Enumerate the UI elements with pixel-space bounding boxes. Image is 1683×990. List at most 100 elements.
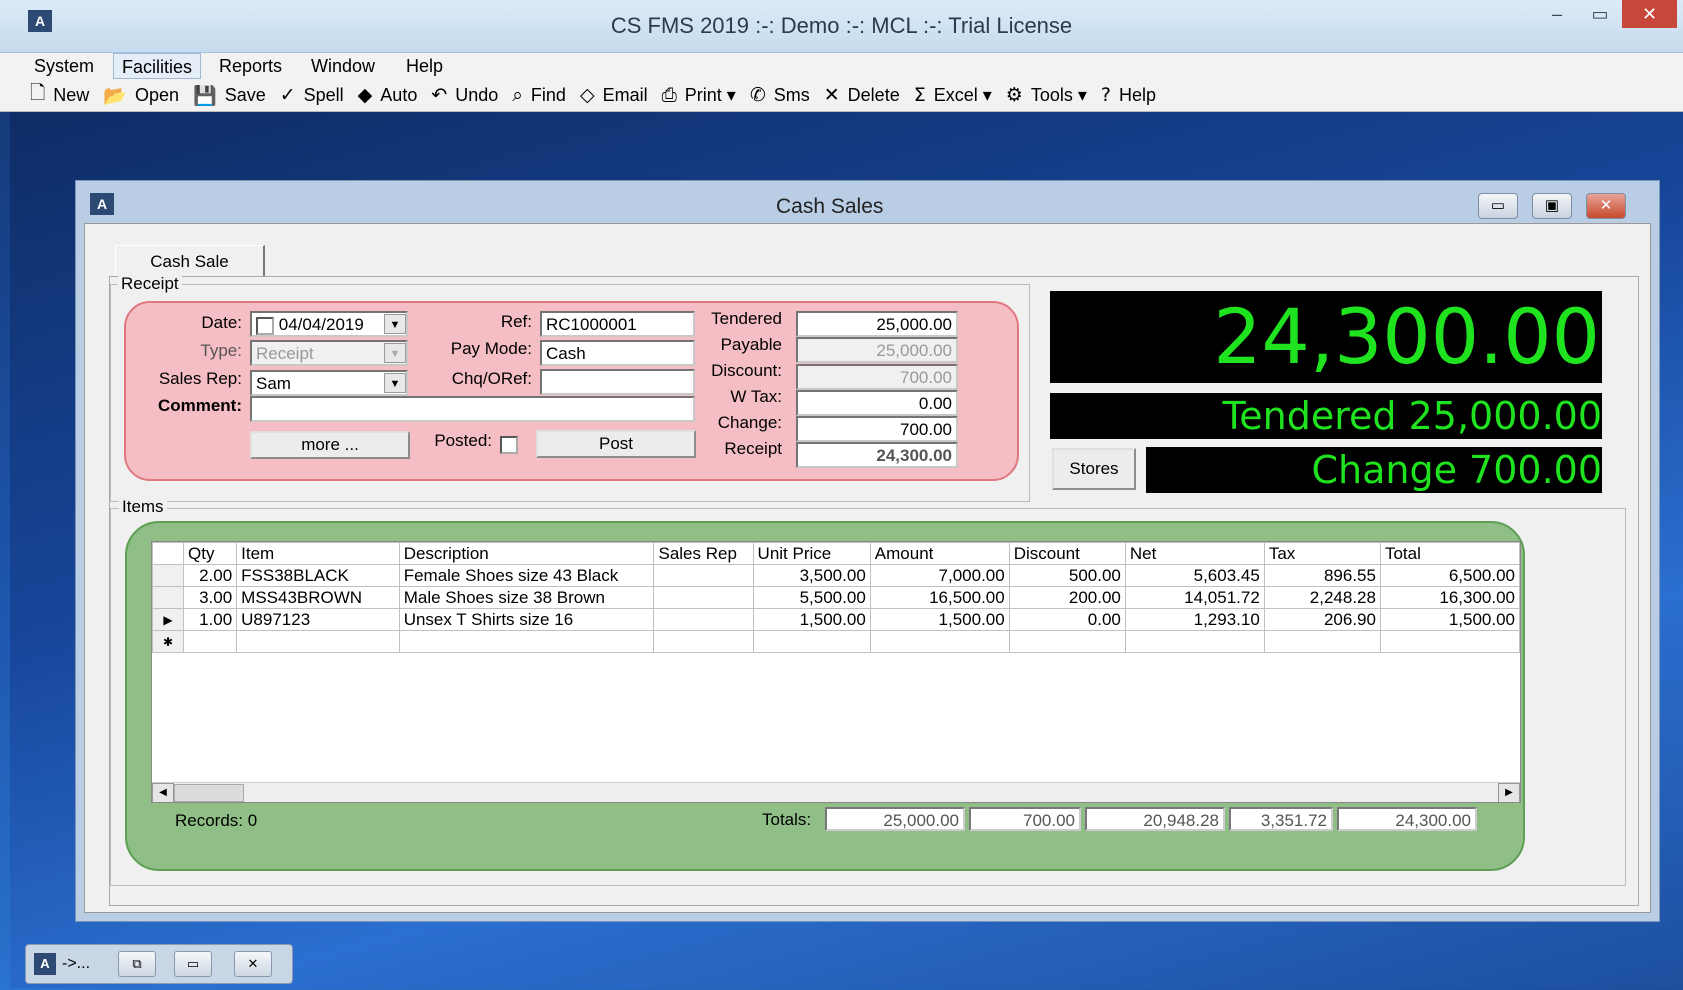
- cell-sales-rep[interactable]: [653, 608, 754, 631]
- cell-qty[interactable]: 2.00: [182, 564, 238, 587]
- date-dropdown-icon[interactable]: ▼: [384, 314, 406, 334]
- cell-total[interactable]: 1,500.00: [1379, 608, 1520, 631]
- cell-item[interactable]: U897123: [236, 608, 400, 631]
- cell-description[interactable]: Unsex T Shirts size 16: [398, 608, 655, 631]
- receipt-group-label: Receipt: [118, 274, 182, 294]
- toolbar-email-button[interactable]: ◇ Email: [580, 84, 648, 106]
- date-checkbox[interactable]: [256, 316, 274, 335]
- menu-reports[interactable]: Reports: [211, 53, 290, 79]
- new-row[interactable]: ✱: [152, 630, 1520, 653]
- post-button[interactable]: Post: [536, 430, 696, 458]
- cell-unit-price[interactable]: 1,500.00: [752, 608, 871, 631]
- table-row[interactable]: 3.00 MSS43BROWN Male Shoes size 38 Brown…: [152, 586, 1520, 609]
- col-qty[interactable]: Qty: [182, 542, 238, 565]
- restore-icon[interactable]: ⧉: [118, 951, 156, 977]
- cell-discount[interactable]: 200.00: [1008, 586, 1126, 609]
- menu-facilities[interactable]: Facilities: [113, 53, 202, 79]
- tab-cash-sale[interactable]: Cash Sale: [115, 245, 265, 277]
- cash-sales-window: A Cash Sales ▭ ▣ ✕ Cash Sale Receipt Dat…: [75, 180, 1660, 922]
- close-button[interactable]: ✕: [1622, 0, 1677, 28]
- horizontal-scrollbar[interactable]: ◀ ▶: [152, 782, 1520, 802]
- cell-item[interactable]: FSS38BLACK: [236, 564, 400, 587]
- toolbar-delete-button[interactable]: ✕ Delete: [824, 84, 900, 106]
- col-sales-rep[interactable]: Sales Rep: [653, 542, 754, 565]
- col-discount[interactable]: Discount: [1008, 542, 1126, 565]
- cell-qty[interactable]: 3.00: [182, 586, 238, 609]
- minimize-button[interactable]: –: [1537, 0, 1577, 28]
- cell-amount[interactable]: 1,500.00: [869, 608, 1010, 631]
- row-selector[interactable]: [152, 586, 184, 609]
- comment-input[interactable]: [250, 396, 695, 422]
- cell-description[interactable]: Female Shoes size 43 Black: [398, 564, 655, 587]
- col-net[interactable]: Net: [1124, 542, 1265, 565]
- child-restore-button[interactable]: ▣: [1532, 193, 1572, 219]
- cell-item[interactable]: MSS43BROWN: [236, 586, 400, 609]
- menu-window[interactable]: Window: [303, 53, 383, 79]
- toolbar-open-button[interactable]: 📂 Open: [103, 84, 179, 107]
- posted-checkbox[interactable]: [500, 436, 518, 454]
- toolbar-sms-button[interactable]: ✆ Sms: [750, 84, 810, 106]
- cell-sales-rep[interactable]: [653, 586, 754, 609]
- toolbar-auto-button[interactable]: ◆ Auto: [358, 84, 418, 106]
- close-icon[interactable]: ✕: [234, 951, 272, 977]
- toolbar-excel-button[interactable]: Σ Excel ▾: [914, 84, 992, 106]
- toolbar-tools-button[interactable]: ⚙ Tools ▾: [1006, 84, 1087, 106]
- col-total[interactable]: Total: [1379, 542, 1520, 565]
- cell-total[interactable]: 6,500.00: [1379, 564, 1520, 587]
- cell-discount[interactable]: 0.00: [1008, 608, 1126, 631]
- toolbar-find-button[interactable]: ⌕ Find: [512, 84, 566, 106]
- toolbar-label: Spell: [303, 84, 344, 105]
- new-row-star-icon[interactable]: ✱: [152, 630, 184, 653]
- ref-input[interactable]: RC1000001: [540, 311, 695, 337]
- paymode-input[interactable]: Cash: [540, 340, 695, 366]
- more-button[interactable]: more ...: [250, 431, 410, 459]
- scroll-thumb[interactable]: [174, 784, 244, 802]
- row-selector[interactable]: [152, 564, 184, 587]
- maximize-icon[interactable]: ▭: [174, 951, 212, 977]
- col-item[interactable]: Item: [236, 542, 400, 565]
- cell-tax[interactable]: 2,248.28: [1263, 586, 1381, 609]
- menu-help[interactable]: Help: [398, 53, 451, 79]
- stores-button[interactable]: Stores: [1052, 448, 1136, 490]
- cell-amount[interactable]: 7,000.00: [869, 564, 1010, 587]
- table-header-row: Qty Item Description Sales Rep Unit Pric…: [152, 542, 1520, 565]
- cell-unit-price[interactable]: 5,500.00: [752, 586, 871, 609]
- toolbar-print-button[interactable]: ⎙ Print ▾: [662, 84, 736, 106]
- col-description[interactable]: Description: [398, 542, 655, 565]
- tendered-input[interactable]: 25,000.00: [796, 311, 958, 337]
- child-minimize-button[interactable]: ▭: [1478, 193, 1518, 219]
- cell-tax[interactable]: 896.55: [1263, 564, 1381, 587]
- scroll-left-icon[interactable]: ◀: [152, 783, 174, 802]
- current-row-arrow-icon[interactable]: ▶: [152, 608, 184, 631]
- child-close-button[interactable]: ✕: [1586, 193, 1626, 219]
- table-row[interactable]: 2.00 FSS38BLACK Female Shoes size 43 Bla…: [152, 564, 1520, 587]
- minimized-window-bar[interactable]: A ->... ⧉ ▭ ✕: [25, 944, 293, 984]
- cell-net[interactable]: 1,293.10: [1124, 608, 1265, 631]
- toolbar-spell-button[interactable]: ✓ Spell: [280, 84, 344, 106]
- cell-net[interactable]: 14,051.72: [1124, 586, 1265, 609]
- toolbar-label: New: [53, 84, 90, 105]
- cell-discount[interactable]: 500.00: [1008, 564, 1126, 587]
- cell-unit-price[interactable]: 3,500.00: [752, 564, 871, 587]
- toolbar-new-button[interactable]: 🗋 New: [30, 79, 89, 111]
- toolbar-help-button[interactable]: ? Help: [1101, 84, 1156, 106]
- table-row[interactable]: ▶ 1.00 U897123 Unsex T Shirts size 16 1,…: [152, 608, 1520, 631]
- scroll-right-icon[interactable]: ▶: [1498, 783, 1520, 802]
- cell-qty[interactable]: 1.00: [182, 608, 238, 631]
- cell-total[interactable]: 16,300.00: [1379, 586, 1520, 609]
- menu-system[interactable]: System: [26, 53, 102, 79]
- col-tax[interactable]: Tax: [1263, 542, 1381, 565]
- cell-net[interactable]: 5,603.45: [1124, 564, 1265, 587]
- cell-amount[interactable]: 16,500.00: [869, 586, 1010, 609]
- cell-description[interactable]: Male Shoes size 38 Brown: [398, 586, 655, 609]
- toolbar-save-button[interactable]: 💾 Save: [193, 84, 266, 107]
- chq-input[interactable]: [540, 369, 695, 395]
- salesrep-dropdown-icon[interactable]: ▼: [384, 373, 406, 393]
- col-unit-price[interactable]: Unit Price: [752, 542, 871, 565]
- toolbar-undo-button[interactable]: ↶ Undo: [431, 84, 498, 106]
- maximize-button[interactable]: ▭: [1580, 0, 1620, 28]
- cell-tax[interactable]: 206.90: [1263, 608, 1381, 631]
- cell-sales-rep[interactable]: [653, 564, 754, 587]
- col-amount[interactable]: Amount: [869, 542, 1010, 565]
- items-grid[interactable]: Qty Item Description Sales Rep Unit Pric…: [151, 541, 1521, 803]
